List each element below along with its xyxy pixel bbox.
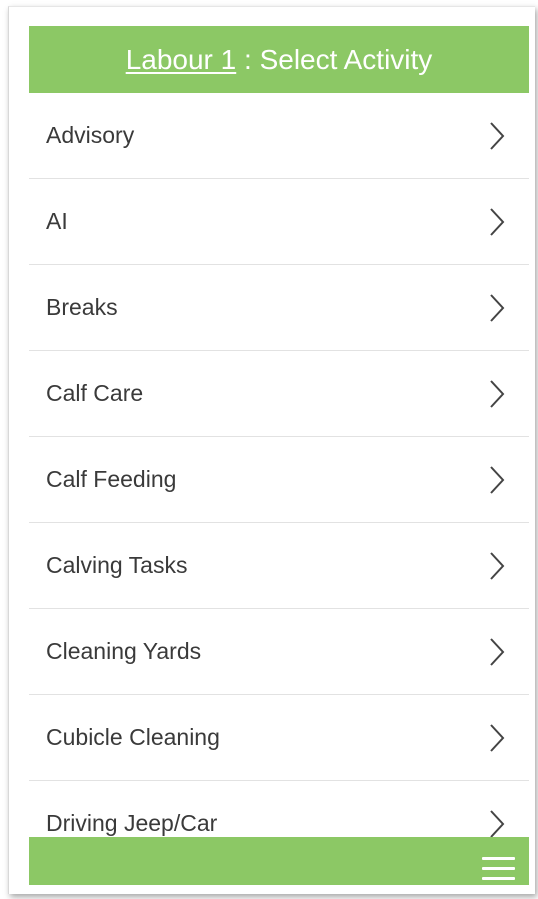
activity-list: Advisory AI Breaks Calf Care Calf Feedin… bbox=[29, 93, 529, 837]
activity-item-cleaning-yards[interactable]: Cleaning Yards bbox=[29, 609, 529, 695]
chevron-right-icon bbox=[489, 465, 505, 495]
activity-label: Calf Feeding bbox=[46, 466, 177, 492]
activity-label: Driving Jeep/Car bbox=[46, 810, 218, 836]
chevron-right-icon bbox=[489, 637, 505, 667]
activity-item-calf-feeding[interactable]: Calf Feeding bbox=[29, 437, 529, 523]
activity-item-cubicle-cleaning[interactable]: Cubicle Cleaning bbox=[29, 695, 529, 781]
page-title: Select Activity bbox=[259, 43, 433, 75]
app-frame: Labour 1 : Select Activity Advisory AI B… bbox=[8, 6, 535, 894]
chevron-right-icon bbox=[489, 293, 505, 323]
chevron-right-icon bbox=[489, 551, 505, 581]
activity-item-ai[interactable]: AI bbox=[29, 179, 529, 265]
activity-item-calving-tasks[interactable]: Calving Tasks bbox=[29, 523, 529, 609]
activity-label: Cubicle Cleaning bbox=[46, 724, 220, 750]
chevron-right-icon bbox=[489, 121, 505, 151]
activity-item-calf-care[interactable]: Calf Care bbox=[29, 351, 529, 437]
labour-link[interactable]: Labour 1 bbox=[126, 44, 237, 76]
chevron-right-icon bbox=[489, 207, 505, 237]
page-header: Labour 1 : Select Activity bbox=[29, 26, 529, 93]
footer-bar bbox=[29, 837, 529, 885]
activity-item-driving-jeep-car[interactable]: Driving Jeep/Car bbox=[29, 781, 529, 837]
chevron-right-icon bbox=[489, 379, 505, 409]
activity-label: Breaks bbox=[46, 294, 118, 320]
chevron-right-icon bbox=[489, 809, 505, 837]
hamburger-menu-icon[interactable] bbox=[482, 857, 515, 881]
activity-item-breaks[interactable]: Breaks bbox=[29, 265, 529, 351]
activity-label: Calving Tasks bbox=[46, 552, 188, 578]
activity-item-advisory[interactable]: Advisory bbox=[29, 93, 529, 179]
activity-label: Advisory bbox=[46, 122, 135, 148]
activity-label: AI bbox=[46, 208, 68, 234]
activity-label: Cleaning Yards bbox=[46, 638, 202, 664]
activity-label: Calf Care bbox=[46, 380, 144, 406]
header-separator: : bbox=[236, 43, 260, 75]
chevron-right-icon bbox=[489, 723, 505, 753]
